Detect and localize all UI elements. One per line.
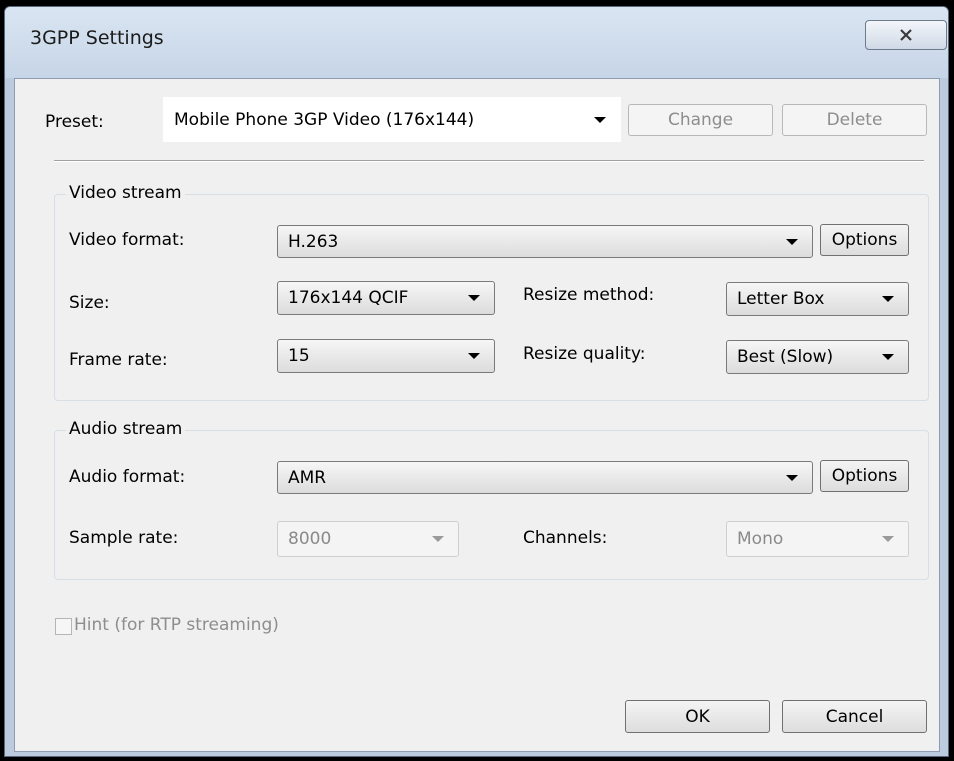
cancel-button[interactable]: Cancel xyxy=(782,700,927,733)
chevron-down-icon xyxy=(468,295,480,301)
video-stream-legend: Video stream xyxy=(66,183,185,203)
resize-quality-label: Resize quality: xyxy=(523,344,646,364)
video-options-button[interactable]: Options xyxy=(820,224,909,256)
audio-stream-group xyxy=(54,430,929,580)
size-value: 176x144 QCIF xyxy=(288,288,409,308)
chevron-down-icon xyxy=(432,536,444,542)
resize-method-value: Letter Box xyxy=(737,289,825,309)
sample-rate-label: Sample rate: xyxy=(69,528,179,548)
chevron-down-icon xyxy=(786,474,798,481)
hint-checkbox[interactable] xyxy=(55,618,72,635)
frame-rate-dropdown[interactable]: 15 xyxy=(277,339,495,373)
video-format-value: H.263 xyxy=(288,231,339,252)
preset-value: Mobile Phone 3GP Video (176x144) xyxy=(174,109,475,130)
audio-format-label: Audio format: xyxy=(69,467,186,487)
window-title: 3GPP Settings xyxy=(30,27,164,49)
audio-format-value: AMR xyxy=(288,467,327,488)
close-button[interactable] xyxy=(865,20,947,50)
channels-label: Channels: xyxy=(523,528,608,548)
chevron-down-icon xyxy=(786,238,798,245)
chevron-down-icon xyxy=(882,296,894,302)
video-format-label: Video format: xyxy=(69,230,185,250)
size-dropdown[interactable]: 176x144 QCIF xyxy=(277,281,495,315)
chevron-down-icon xyxy=(594,116,606,123)
dialog-window: 3GPP Settings Preset: Mobile Phone 3GP V… xyxy=(4,6,949,757)
resize-method-label: Resize method: xyxy=(523,285,655,305)
delete-button[interactable]: Delete xyxy=(782,104,927,136)
close-icon xyxy=(900,29,912,41)
resize-method-dropdown[interactable]: Letter Box xyxy=(726,282,909,316)
audio-stream-legend: Audio stream xyxy=(66,419,186,439)
dialog-body: Preset: Mobile Phone 3GP Video (176x144)… xyxy=(14,78,940,752)
video-format-dropdown[interactable]: H.263 xyxy=(277,225,813,258)
separator xyxy=(54,160,924,162)
resize-quality-dropdown[interactable]: Best (Slow) xyxy=(726,340,909,374)
resize-quality-value: Best (Slow) xyxy=(737,347,834,367)
sample-rate-dropdown[interactable]: 8000 xyxy=(277,521,459,557)
audio-options-button[interactable]: Options xyxy=(820,460,909,492)
channels-dropdown[interactable]: Mono xyxy=(726,521,909,557)
audio-format-dropdown[interactable]: AMR xyxy=(277,461,813,494)
title-bar: 3GPP Settings xyxy=(5,7,948,78)
sample-rate-value: 8000 xyxy=(288,529,332,549)
chevron-down-icon xyxy=(882,354,894,360)
preset-label: Preset: xyxy=(45,112,104,132)
frame-rate-label: Frame rate: xyxy=(69,350,168,370)
size-label: Size: xyxy=(69,293,110,313)
ok-button[interactable]: OK xyxy=(625,700,770,733)
hint-label: Hint (for RTP streaming) xyxy=(74,615,279,635)
frame-rate-value: 15 xyxy=(288,346,310,366)
chevron-down-icon xyxy=(468,353,480,359)
preset-dropdown[interactable]: Mobile Phone 3GP Video (176x144) xyxy=(163,97,621,142)
chevron-down-icon xyxy=(882,536,894,542)
change-button[interactable]: Change xyxy=(628,104,773,136)
channels-value: Mono xyxy=(737,529,784,549)
